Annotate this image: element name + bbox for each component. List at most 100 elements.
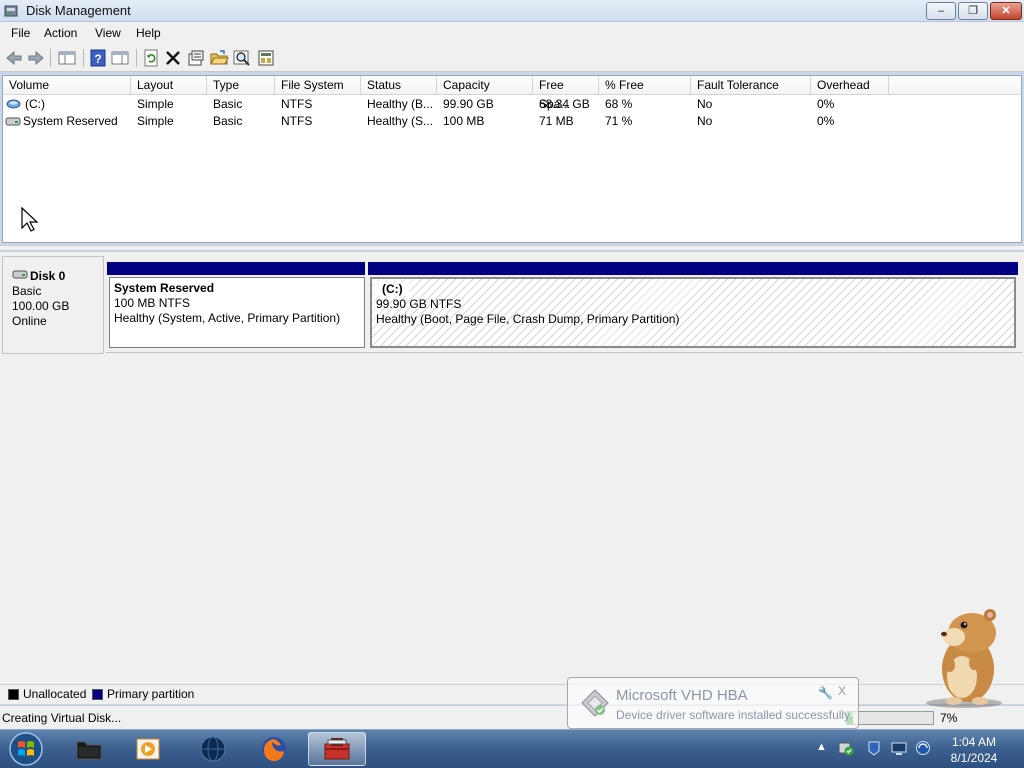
disk-0-label[interactable]: Disk 0 Basic 100.00 GB Online — [2, 256, 104, 354]
menu-action[interactable]: Action — [44, 26, 77, 40]
menu-bar: File Action View Help — [0, 22, 1024, 44]
menu-file[interactable]: File — [11, 26, 30, 40]
disk-map-pane: Disk 0 Basic 100.00 GB Online System Res… — [0, 252, 1024, 684]
cell-capacity: 99.90 GB — [443, 97, 494, 111]
refresh-icon[interactable] — [141, 48, 161, 68]
volume-row-system-reserved[interactable]: System Reserved Simple Basic NTFS Health… — [3, 113, 1021, 130]
partition-system-reserved[interactable]: System Reserved 100 MB NTFS Healthy (Sys… — [109, 277, 365, 348]
partition-size: 99.90 GB NTFS — [376, 297, 462, 311]
legend-unallocated: Unallocated — [23, 687, 87, 701]
show-hidden-icons-arrow[interactable]: ▲ — [816, 741, 827, 753]
back-arrow-icon[interactable] — [4, 48, 24, 68]
column-status[interactable]: Status — [361, 76, 437, 95]
volume-icon[interactable] — [915, 740, 931, 756]
progress-percent: 7% — [940, 711, 958, 725]
properties-icon[interactable] — [186, 48, 206, 68]
column-percent-free[interactable]: % Free — [599, 76, 691, 95]
forward-arrow-icon[interactable] — [26, 48, 46, 68]
pane-splitter[interactable] — [0, 245, 1024, 251]
svg-text:?: ? — [94, 52, 101, 66]
folder-icon — [76, 741, 102, 760]
column-file-system[interactable]: File System — [275, 76, 361, 95]
cell-status: Healthy (S... — [367, 114, 434, 128]
volume-list-header: Volume Layout Type File System Status Ca… — [3, 76, 1021, 111]
column-free-space[interactable]: Free Spa... — [533, 76, 599, 111]
menu-view[interactable]: View — [95, 26, 121, 40]
disk-management-icon — [4, 5, 18, 17]
minimize-button[interactable]: ‒ — [926, 2, 956, 20]
cell-volume: System Reserved — [23, 114, 118, 128]
show-hide-console-tree-icon[interactable] — [57, 48, 77, 68]
cell-volume: (C:) — [25, 97, 45, 111]
notification-balloon[interactable]: Microsoft VHD HBA Device driver software… — [567, 677, 859, 729]
device-install-icon[interactable] — [838, 740, 854, 756]
disk-row-divider — [106, 352, 1022, 353]
column-layout[interactable]: Layout — [131, 76, 207, 95]
disk-name: Disk 0 — [30, 269, 66, 283]
start-button[interactable] — [6, 731, 46, 767]
firefox-icon — [262, 737, 286, 761]
status-bar: Creating Virtual Disk... 7% — [0, 705, 1024, 729]
cell-type: Basic — [213, 114, 243, 128]
column-type[interactable]: Type — [207, 76, 275, 95]
help-icon[interactable]: ? — [88, 48, 108, 68]
cell-overhead: 0% — [817, 114, 835, 128]
mouse-pointer-icon — [21, 207, 39, 232]
partition-name: (C:) — [375, 282, 410, 296]
taskbar-disk-management[interactable] — [308, 732, 366, 766]
toolbar-separator — [83, 49, 84, 67]
media-player-icon — [136, 738, 160, 760]
disk-type: Basic — [12, 284, 42, 298]
taskbar: ▲ 1:04 AM 8/1/2024 — [0, 729, 1024, 768]
search-icon[interactable] — [232, 48, 252, 68]
taskbar-explorer[interactable] — [60, 732, 118, 766]
delete-icon[interactable] — [163, 48, 183, 68]
maximize-button[interactable]: ❐ — [958, 2, 988, 20]
column-capacity[interactable]: Capacity — [437, 76, 533, 95]
taskbar-media-player[interactable] — [119, 732, 177, 766]
action-center-icon[interactable] — [866, 740, 882, 756]
rescan-disks-icon[interactable] — [256, 48, 276, 68]
volume-list: Volume Layout Type File System Status Ca… — [2, 75, 1022, 243]
legend-swatch-unallocated — [8, 689, 19, 700]
taskbar-network[interactable] — [184, 732, 242, 766]
notification-body: Device driver software installed success… — [616, 708, 853, 722]
partition-bar-system-reserved — [107, 262, 365, 275]
open-folder-icon[interactable] — [209, 48, 229, 68]
notification-title: Microsoft VHD HBA — [616, 687, 748, 704]
wrench-icon[interactable]: 🔧 — [818, 686, 833, 700]
taskbar-clock[interactable]: 1:04 AM 8/1/2024 — [944, 734, 1004, 766]
disk-0-partitions: System Reserved 100 MB NTFS Healthy (Sys… — [106, 260, 1020, 350]
legend-swatch-primary — [92, 689, 103, 700]
clock-date: 8/1/2024 — [950, 751, 998, 765]
toolbar-separator — [50, 49, 51, 67]
notification-close-button[interactable]: X — [838, 684, 846, 698]
partition-name: System Reserved — [114, 281, 215, 295]
volume-row-c[interactable]: (C:) Simple Basic NTFS Healthy (B... 99.… — [3, 96, 1021, 113]
cell-free-space: 68.34 GB — [539, 97, 590, 111]
column-volume[interactable]: Volume — [3, 76, 131, 95]
hamster-mascot-icon — [926, 609, 1002, 708]
progress-bar — [846, 711, 934, 725]
properties-pane-icon[interactable] — [110, 48, 130, 68]
partition-status: Healthy (Boot, Page File, Crash Dump, Pr… — [376, 312, 680, 326]
cell-capacity: 100 MB — [443, 114, 485, 128]
cell-percent-free: 71 % — [605, 114, 633, 128]
menu-help[interactable]: Help — [136, 26, 161, 40]
cell-type: Basic — [213, 97, 243, 111]
legend-primary-partition: Primary partition — [107, 687, 195, 701]
cell-file-system: NTFS — [281, 97, 313, 111]
partition-bar-c — [368, 262, 1018, 275]
disk-icon — [12, 270, 28, 279]
column-overhead[interactable]: Overhead — [811, 76, 889, 95]
cell-fault-tolerance: No — [697, 114, 713, 128]
cell-file-system: NTFS — [281, 114, 313, 128]
cell-layout: Simple — [137, 114, 174, 128]
column-fault-tolerance[interactable]: Fault Tolerance — [691, 76, 811, 95]
close-button[interactable]: ✕ — [990, 2, 1022, 20]
partition-c[interactable]: (C:) 99.90 GB NTFS Healthy (Boot, Page F… — [370, 277, 1016, 348]
taskbar-firefox[interactable] — [245, 732, 303, 766]
network-icon[interactable] — [891, 740, 907, 756]
clock-time: 1:04 AM — [951, 735, 997, 749]
partition-size: 100 MB NTFS — [114, 296, 191, 310]
